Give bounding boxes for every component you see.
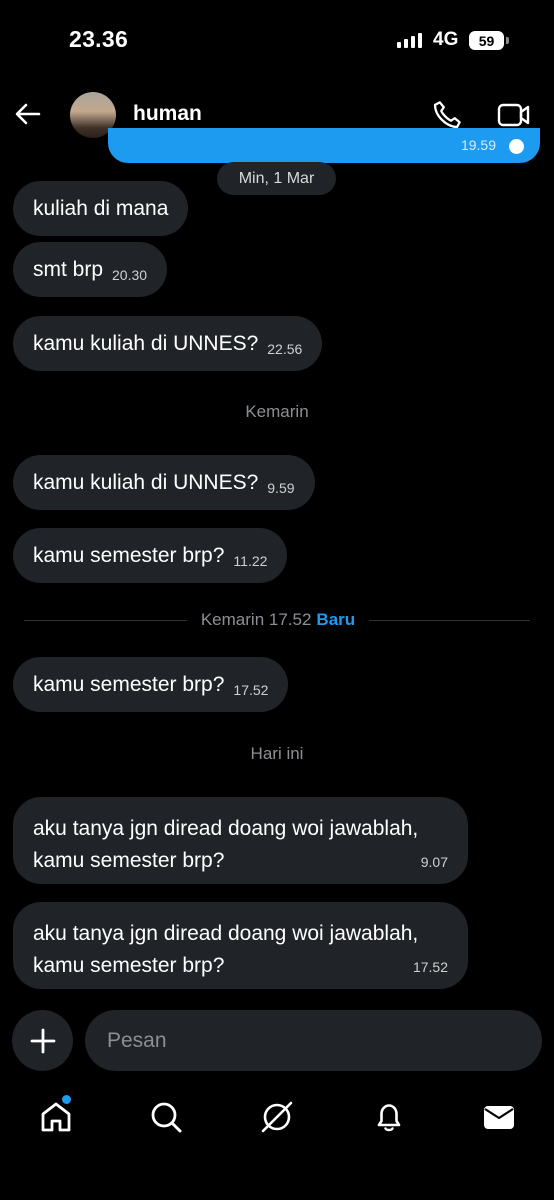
home-icon[interactable] bbox=[38, 1099, 74, 1135]
day-separator: Kemarin bbox=[245, 402, 309, 421]
message-time: 17.52 bbox=[412, 959, 448, 975]
status-time: 23.36 bbox=[69, 26, 129, 52]
sent-message-bubble[interactable]: 19.59 bbox=[108, 128, 540, 163]
message-text: aku tanya jgn diread doang woi jawablah,… bbox=[33, 817, 419, 872]
message-text: aku tanya jgn diread doang woi jawablah,… bbox=[33, 922, 419, 977]
message-bubble[interactable]: kamu kuliah di UNNES? 9.59 bbox=[13, 455, 315, 510]
message-time: 20.30 bbox=[112, 267, 148, 283]
new-messages-label: Kemarin 17.52 Baru bbox=[187, 609, 369, 631]
message-text: kamu kuliah di UNNES? bbox=[33, 470, 259, 494]
message-time: 17.52 bbox=[233, 682, 269, 698]
date-divider: Min, 1 Mar bbox=[217, 162, 336, 195]
back-arrow-icon[interactable] bbox=[14, 100, 42, 128]
battery-cap bbox=[506, 37, 509, 44]
new-badge: Baru bbox=[316, 610, 356, 629]
new-messages-time: Kemarin 17.52 bbox=[200, 610, 312, 629]
message-time: 9.07 bbox=[420, 854, 448, 870]
signal-icon bbox=[397, 32, 422, 48]
message-bubble[interactable]: kamu semester brp? 11.22 bbox=[13, 528, 288, 583]
contact-name[interactable]: human bbox=[133, 102, 202, 126]
message-time: 19.59 bbox=[460, 137, 496, 153]
grok-icon[interactable] bbox=[259, 1099, 295, 1135]
message-bubble[interactable]: aku tanya jgn diread doang woi jawablah,… bbox=[13, 797, 468, 884]
add-attachment-button[interactable] bbox=[12, 1010, 73, 1071]
notifications-icon[interactable] bbox=[371, 1099, 407, 1135]
battery-level: 59 bbox=[478, 32, 495, 49]
message-bubble[interactable]: kamu kuliah di UNNES? 22.56 bbox=[13, 316, 323, 371]
message-time: 22.56 bbox=[267, 341, 303, 357]
message-bubble[interactable]: smt brp 20.30 bbox=[13, 242, 168, 297]
message-text: kamu kuliah di UNNES? bbox=[33, 331, 259, 355]
message-text: kamu semester brp? bbox=[33, 672, 225, 696]
network-type: 4G bbox=[433, 29, 459, 50]
phone-icon[interactable] bbox=[431, 99, 463, 131]
message-text: smt brp bbox=[33, 257, 104, 281]
message-input[interactable] bbox=[85, 1010, 542, 1071]
plus-icon bbox=[30, 1028, 55, 1053]
messages-icon[interactable] bbox=[481, 1099, 517, 1135]
message-time: 9.59 bbox=[267, 480, 295, 496]
message-time: 11.22 bbox=[233, 553, 268, 569]
message-bubble[interactable]: kuliah di mana bbox=[13, 181, 189, 236]
message-text: kuliah di mana bbox=[33, 196, 169, 220]
video-icon[interactable] bbox=[497, 100, 531, 130]
message-text: kamu semester brp? bbox=[33, 543, 225, 567]
message-bubble[interactable]: aku tanya jgn diread doang woi jawablah,… bbox=[13, 902, 468, 989]
message-bubble[interactable]: kamu semester brp? 17.52 bbox=[13, 657, 289, 712]
battery-icon: 59 bbox=[469, 31, 504, 50]
read-check-icon bbox=[509, 139, 524, 154]
day-separator: Hari ini bbox=[250, 744, 304, 763]
notification-dot bbox=[62, 1095, 71, 1104]
search-icon[interactable] bbox=[148, 1099, 184, 1135]
